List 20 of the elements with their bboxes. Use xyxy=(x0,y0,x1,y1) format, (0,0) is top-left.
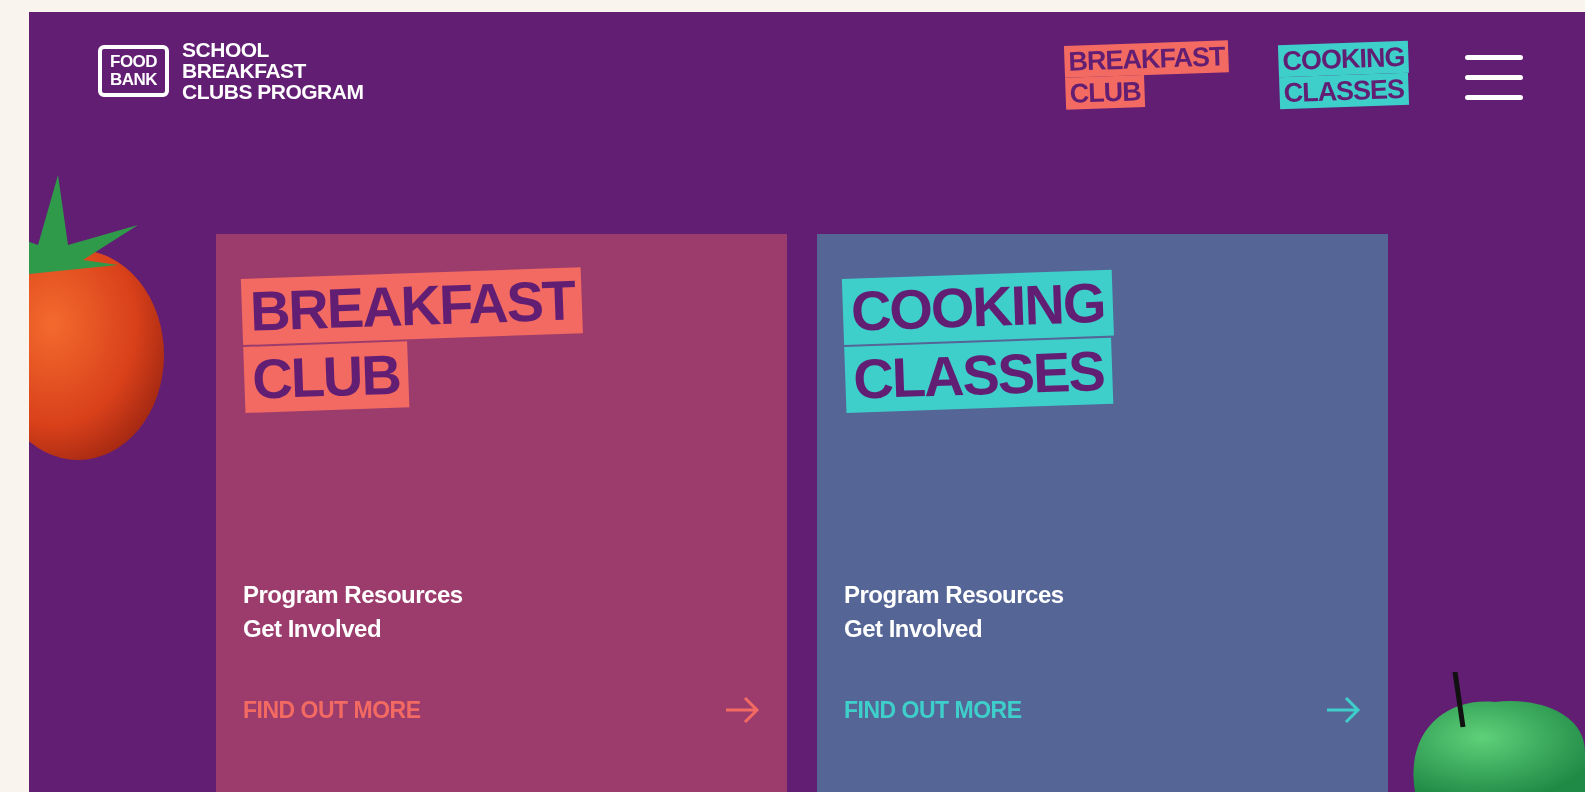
nav-link[interactable]: BREAKFAST xyxy=(1063,40,1229,78)
logo-title: SCHOOL xyxy=(182,39,270,60)
nav-link[interactable]: COOKING xyxy=(1277,40,1409,78)
nav-link[interactable]: CLASSES xyxy=(1279,72,1409,110)
logo-title: BREAKFAST xyxy=(182,60,307,81)
menu-icon[interactable] xyxy=(1465,55,1523,101)
card-link[interactable]: Get Involved xyxy=(243,614,382,644)
arrow-right-icon[interactable] xyxy=(724,696,760,724)
find-out-more-link[interactable]: FIND OUT MORE xyxy=(844,696,1022,724)
arrow-right-icon[interactable] xyxy=(1325,696,1361,724)
logo-mark[interactable]: FOOD BANK xyxy=(98,44,170,97)
card-title: CLUB xyxy=(243,341,409,413)
logo-text: BANK xyxy=(110,70,158,89)
logo-title: CLUBS PROGRAM xyxy=(182,81,364,102)
card-link[interactable]: Get Involved xyxy=(844,614,983,644)
nav-link[interactable]: CLUB xyxy=(1065,75,1146,110)
logo-text: FOOD xyxy=(110,52,158,71)
card-title: BREAKFAST xyxy=(240,267,584,345)
card-link[interactable]: Program Resources xyxy=(243,580,463,610)
card-link[interactable]: Program Resources xyxy=(844,580,1064,610)
